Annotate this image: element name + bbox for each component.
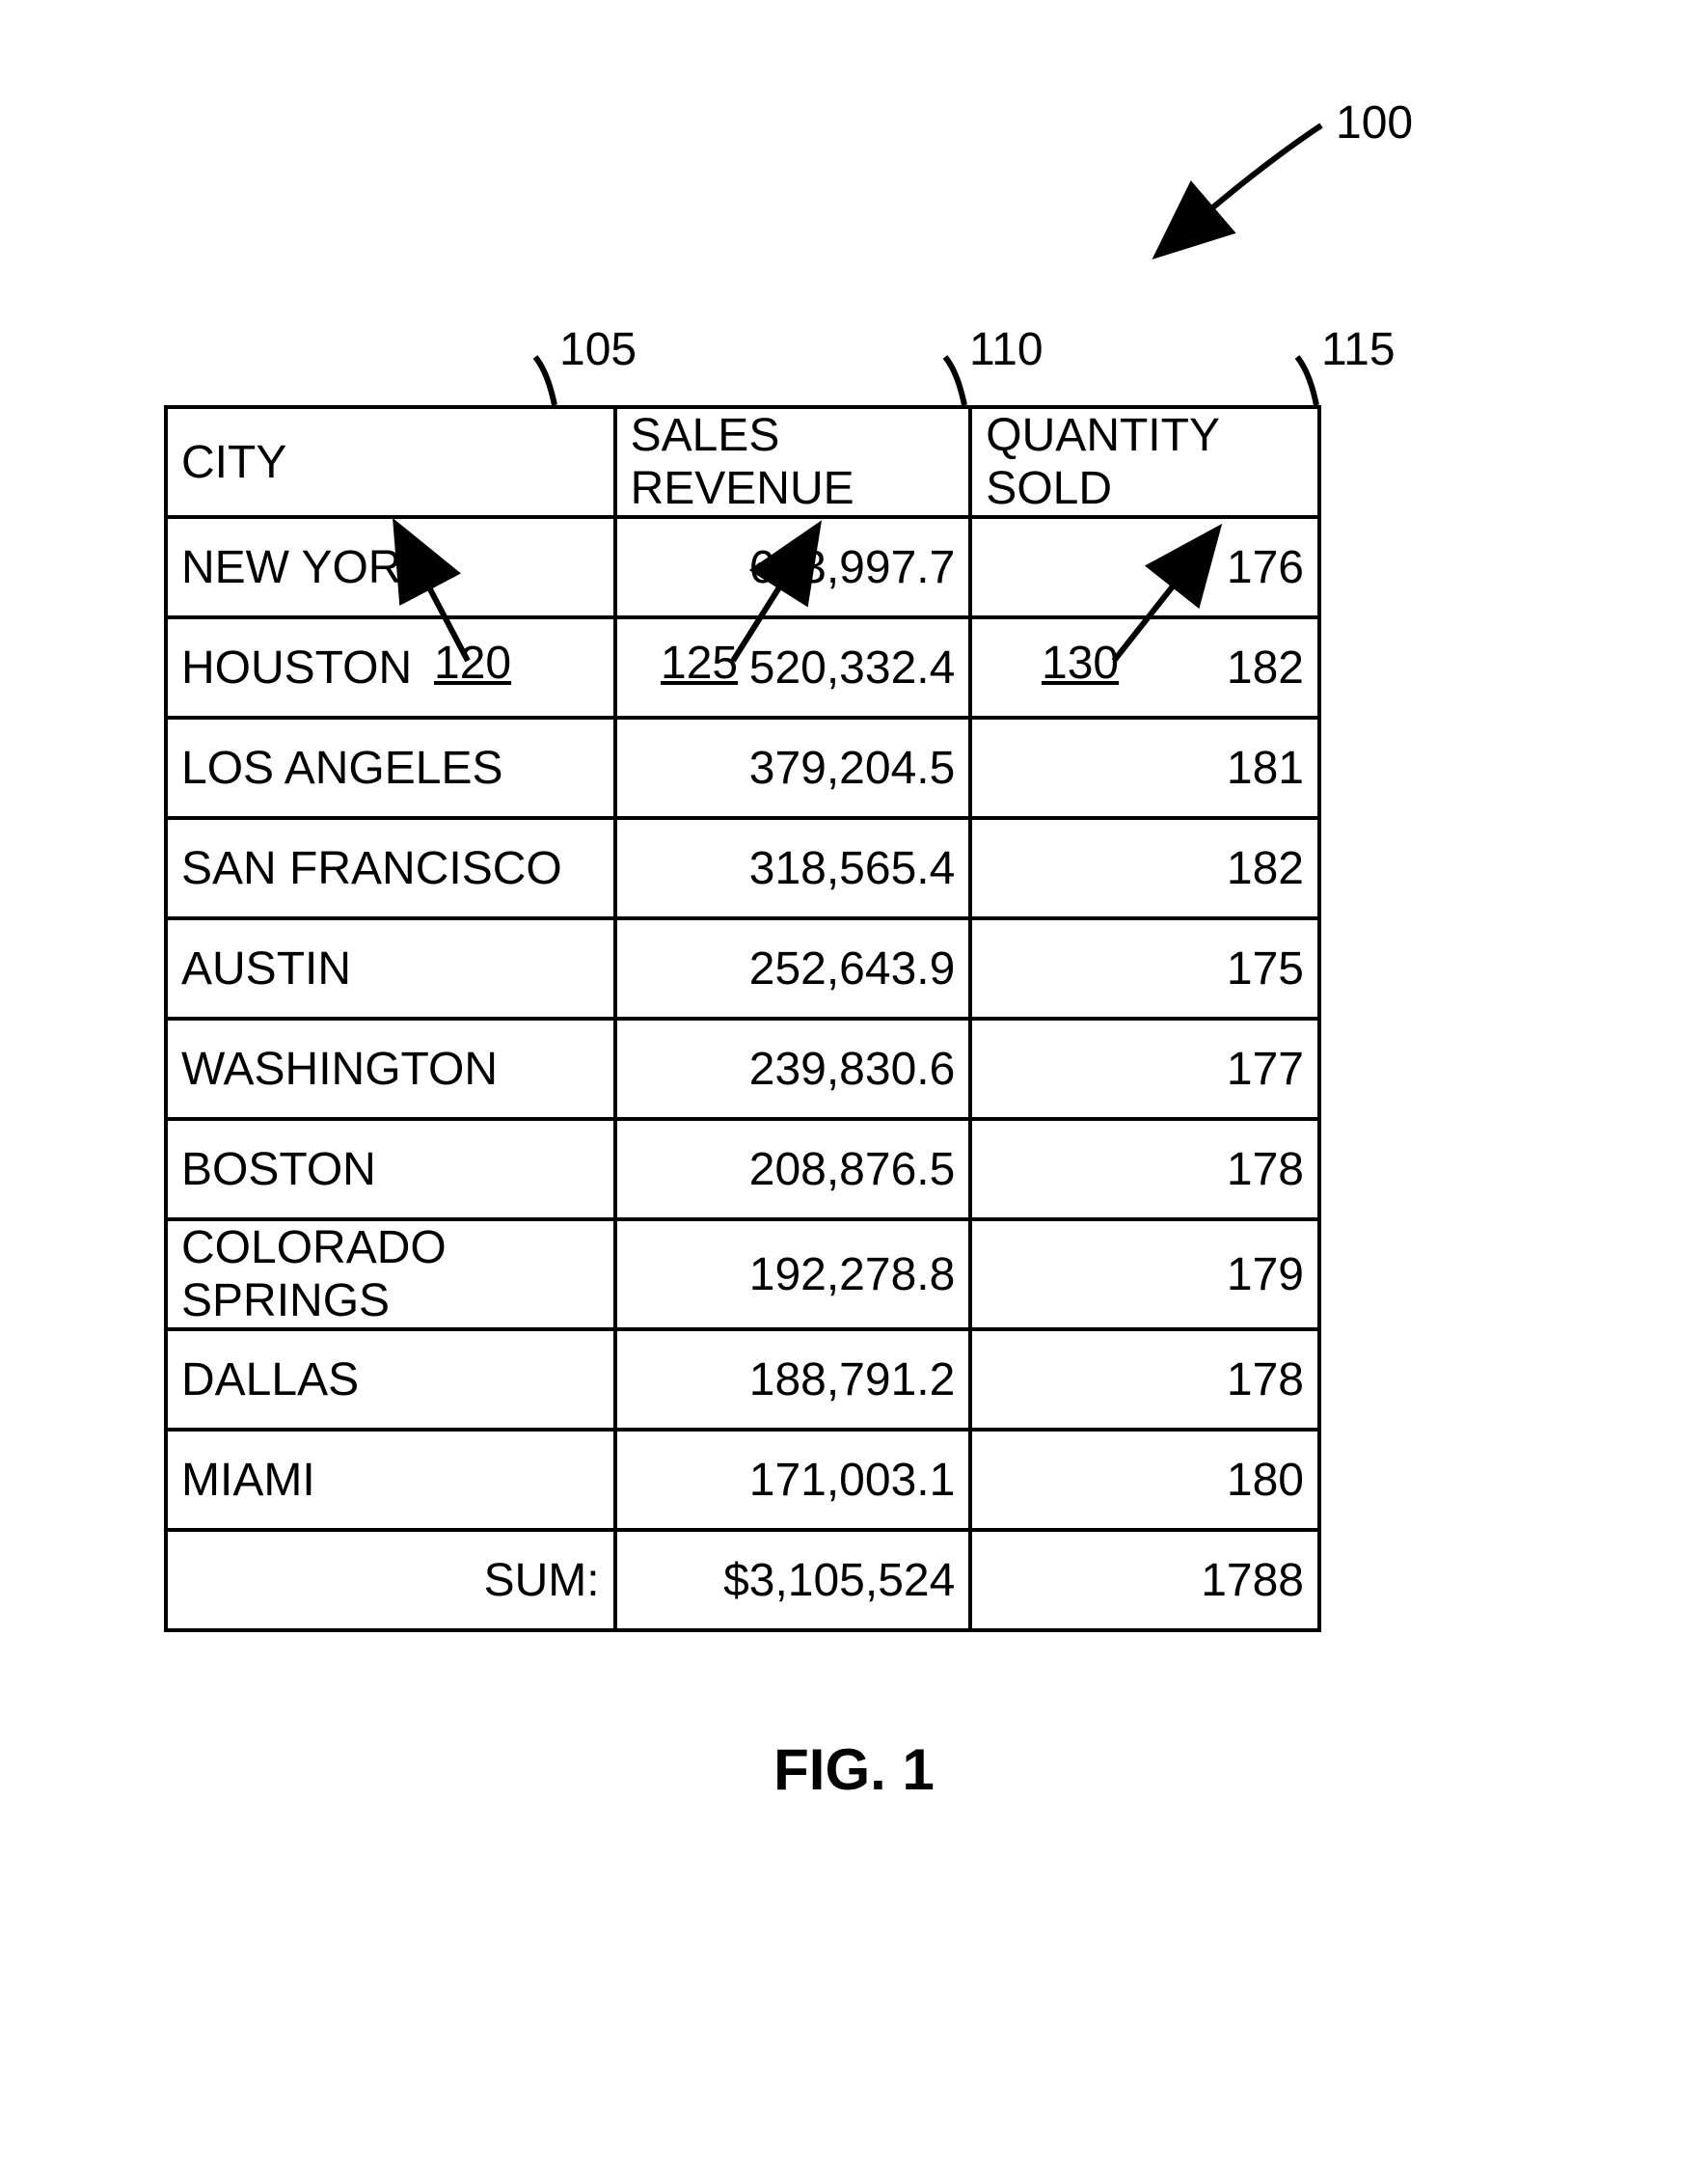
cell-quantity: 182 [970, 818, 1319, 918]
cell-revenue: 633,997.7 [615, 517, 971, 617]
cell-revenue: 379,204.5 [615, 718, 971, 818]
cell-city: HOUSTON [166, 617, 615, 718]
cell-revenue: 188,791.2 [615, 1329, 971, 1430]
table-row: SAN FRANCISCO318,565.4182 [166, 818, 1319, 918]
header-revenue: SALES REVENUE [615, 407, 971, 517]
cell-revenue: 192,278.8 [615, 1219, 971, 1329]
table-row: DALLAS188,791.2178 [166, 1329, 1319, 1430]
cell-city: LOS ANGELES [166, 718, 615, 818]
callout-ref-105: 105 [559, 323, 637, 376]
cell-quantity: 182 [970, 617, 1319, 718]
cell-quantity: 181 [970, 718, 1319, 818]
table-header-row: CITY SALES REVENUE QUANTITY SOLD [166, 407, 1319, 517]
table-row: COLORADO SPRINGS192,278.8179 [166, 1219, 1319, 1329]
table-row: LOS ANGELES379,204.5181 [166, 718, 1319, 818]
cell-city: SAN FRANCISCO [166, 818, 615, 918]
cell-quantity: 175 [970, 918, 1319, 1019]
table-row: BOSTON208,876.5178 [166, 1119, 1319, 1219]
table-row: HOUSTON520,332.4182 [166, 617, 1319, 718]
cell-quantity: 177 [970, 1019, 1319, 1119]
cell-quantity: 178 [970, 1329, 1319, 1430]
table-sum-row: SUM: $3,105,524 1788 [166, 1530, 1319, 1630]
cell-revenue: 318,565.4 [615, 818, 971, 918]
cell-revenue: 239,830.6 [615, 1019, 971, 1119]
table-row: AUSTIN252,643.9175 [166, 918, 1319, 1019]
cell-revenue: 208,876.5 [615, 1119, 971, 1219]
sum-quantity: 1788 [970, 1530, 1319, 1630]
cell-city: NEW YORK [166, 517, 615, 617]
cell-city: WASHINGTON [166, 1019, 615, 1119]
callout-ref-115: 115 [1321, 323, 1396, 376]
cell-revenue: 171,003.1 [615, 1430, 971, 1530]
cell-revenue: 520,332.4 [615, 617, 971, 718]
cell-city: COLORADO SPRINGS [166, 1219, 615, 1329]
cell-city: AUSTIN [166, 918, 615, 1019]
figure-caption: FIG. 1 [0, 1736, 1708, 1803]
cell-quantity: 176 [970, 517, 1319, 617]
cell-city: BOSTON [166, 1119, 615, 1219]
table-row: MIAMI171,003.1180 [166, 1430, 1319, 1530]
callout-ref-110: 110 [969, 323, 1044, 376]
cell-quantity: 178 [970, 1119, 1319, 1219]
cell-quantity: 180 [970, 1430, 1319, 1530]
cell-revenue: 252,643.9 [615, 918, 971, 1019]
figure-ref-100: 100 [1336, 96, 1413, 150]
table-row: NEW YORK633,997.7176 [166, 517, 1319, 617]
sum-revenue: $3,105,524 [615, 1530, 971, 1630]
header-city: CITY [166, 407, 615, 517]
cell-city: DALLAS [166, 1329, 615, 1430]
cell-quantity: 179 [970, 1219, 1319, 1329]
cell-city: MIAMI [166, 1430, 615, 1530]
sum-label: SUM: [166, 1530, 615, 1630]
header-quantity: QUANTITY SOLD [970, 407, 1319, 517]
table-row: WASHINGTON239,830.6177 [166, 1019, 1319, 1119]
sales-table: CITY SALES REVENUE QUANTITY SOLD NEW YOR… [164, 405, 1321, 1632]
